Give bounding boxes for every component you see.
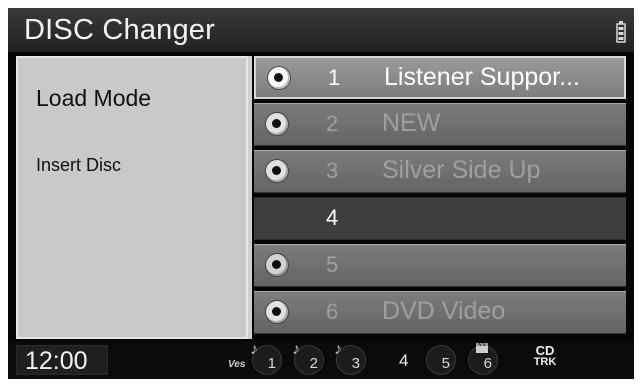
brand-label: Ves: [228, 359, 246, 370]
disc-slot-4[interactable]: 4: [254, 197, 626, 240]
slot-title: Silver Side Up: [382, 156, 541, 184]
disc-icon: [266, 301, 288, 323]
slot-button-6[interactable]: 6: [468, 343, 498, 375]
music-note-icon: ♪: [292, 341, 300, 358]
mode-panel: Load Mode Insert Disc: [16, 56, 248, 339]
disc-slot-5[interactable]: 5: [254, 244, 626, 287]
slot-button-1[interactable]: ♪ 1: [250, 341, 282, 375]
music-note-icon: ♪: [334, 341, 342, 358]
disc-changer-screen: DISC Changer Load Mode Insert Disc 1 Lis…: [8, 8, 634, 379]
insert-disc-item[interactable]: Insert Disc: [36, 155, 121, 176]
disc-slot-list: 1 Listener Suppor... 2 NEW 3 Silver Side…: [254, 56, 634, 339]
slot-number: 2: [326, 111, 339, 136]
disc-slot-1[interactable]: 1 Listener Suppor...: [254, 56, 626, 99]
clock-time: 12:00: [25, 347, 88, 375]
disc-icon: [268, 67, 290, 89]
disc-slot-2[interactable]: 2 NEW: [254, 103, 626, 146]
slot-button-3[interactable]: ♪ 3: [334, 341, 366, 375]
slot-number: 4: [326, 205, 339, 230]
clapperboard-icon: [476, 343, 488, 353]
slot-title: DVD Video: [382, 297, 506, 325]
slot-title: Listener Suppor...: [384, 63, 580, 91]
disc-icon: [266, 113, 288, 135]
slot-number: 6: [326, 299, 339, 324]
battery-icon: [616, 21, 626, 43]
slot-number: 1: [328, 65, 341, 90]
slot-button-number: 6: [483, 355, 492, 372]
disc-icon: [266, 160, 288, 182]
slot-button-number: 1: [267, 355, 276, 372]
clock[interactable]: 12:00: [16, 345, 108, 375]
disc-slot-3[interactable]: 3 Silver Side Up: [254, 150, 626, 193]
title-bar: DISC Changer: [8, 8, 634, 52]
bottom-status-bar: 12:00 Ves ♪ 1 ♪ 2 ♪ 3 4 5 6 CD TRK: [8, 341, 634, 379]
slot-button-4[interactable]: 4: [399, 351, 408, 371]
slot-number: 5: [326, 252, 339, 277]
slot-button-number: 3: [351, 355, 360, 372]
slot-number: 3: [326, 158, 339, 183]
slot-button-5[interactable]: 5: [426, 345, 456, 375]
page-title: DISC Changer: [24, 14, 215, 46]
music-note-icon: ♪: [250, 341, 258, 358]
slot-button-number: 2: [309, 355, 318, 372]
track-label: TRK: [533, 356, 557, 368]
slot-button-2[interactable]: ♪ 2: [292, 341, 324, 375]
panel-divider: [248, 56, 252, 339]
load-mode-heading[interactable]: Load Mode: [36, 85, 151, 112]
slot-button-number: 5: [441, 355, 450, 372]
source-indicator[interactable]: CD TRK: [530, 344, 560, 368]
disc-icon: [266, 254, 288, 276]
disc-slot-6[interactable]: 6 DVD Video: [254, 291, 626, 334]
slot-title: NEW: [382, 109, 441, 137]
